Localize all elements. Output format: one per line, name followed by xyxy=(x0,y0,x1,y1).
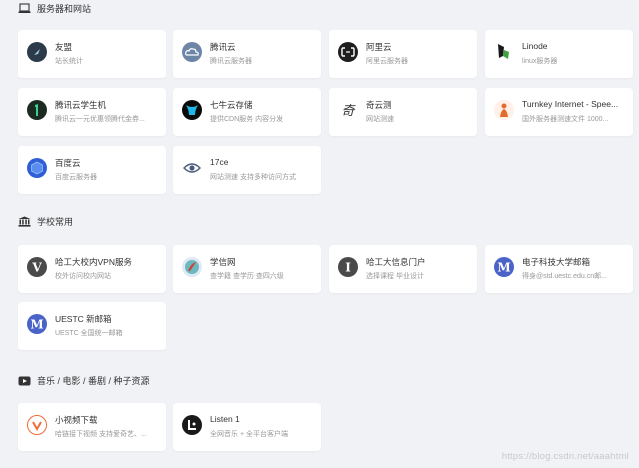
site-card-tencent-cloud[interactable]: 腾讯云 腾讯云服务器 xyxy=(173,30,321,78)
site-card-name: Linode xyxy=(522,41,548,51)
site-card-name: 腾讯云学生机 xyxy=(55,100,107,110)
site-card-name: UESTC 新邮箱 xyxy=(55,314,112,324)
section-title-school: 学校常用 xyxy=(18,215,73,228)
baidu-cloud-logo-icon xyxy=(27,158,47,178)
site-card-desc: linux服务器 xyxy=(522,58,558,65)
site-card-qiyunce[interactable]: 奇 奇云测 网站测速 xyxy=(329,88,477,136)
site-card-name: 七牛云存储 xyxy=(210,100,253,110)
section-title-text: 学校常用 xyxy=(37,217,74,227)
linode-logo-icon xyxy=(494,42,514,62)
site-card-name: 奇云测 xyxy=(366,100,392,110)
site-card-desc: 站长统计 xyxy=(55,58,83,65)
qiniu-logo-icon xyxy=(182,100,202,120)
youtube-play-icon xyxy=(18,375,31,386)
site-card-name: 学信网 xyxy=(210,257,236,267)
section-title-text: 服务器和网站 xyxy=(37,4,92,14)
tencent-cloud-logo-icon xyxy=(182,42,202,62)
site-card-name: 百度云 xyxy=(55,158,81,168)
section-title-media: 音乐 / 电影 / 番剧 / 种子资源 xyxy=(18,374,150,387)
site-card-name: 17ce xyxy=(210,157,229,167)
site-card-desc: UESTC 全国统一邮箱 xyxy=(55,330,123,337)
qiyunce-logo-icon: 奇 xyxy=(338,100,358,120)
site-card-name: 腾讯云 xyxy=(210,42,236,52)
site-card-desc: 百度云服务器 xyxy=(55,174,97,181)
laptop-icon xyxy=(18,3,31,14)
site-card-name: 小视频下载 xyxy=(55,415,98,425)
bank-icon xyxy=(18,216,31,227)
svg-text:V: V xyxy=(31,261,42,273)
tencent-student-logo-icon xyxy=(27,100,47,120)
site-card-name: Listen 1 xyxy=(210,414,240,424)
site-card-desc: 腾讯云服务器 xyxy=(210,58,252,65)
turnkey-logo-icon xyxy=(494,100,514,120)
site-card-desc: 全网音乐 + 全平台客户端 xyxy=(210,431,288,438)
site-card-tencent-student[interactable]: 腾讯云学生机 腾讯云一元优惠领腾代金券... xyxy=(18,88,166,136)
site-card-baidu-cloud[interactable]: 百度云 百度云服务器 xyxy=(18,146,166,194)
uestc-new-mail-logo-icon: M xyxy=(27,314,47,334)
site-card-uestc-mail[interactable]: M 电子科技大学邮箱 得身@std.uestc.edu.cn邮... xyxy=(485,245,633,293)
chsi-logo-icon xyxy=(182,257,202,277)
site-card-17ce[interactable]: 17ce 网站测速 支持多种访问方式 xyxy=(173,146,321,194)
hit-portal-logo-icon: I xyxy=(338,257,358,277)
site-card-desc: 选择课程 毕业设计 xyxy=(366,273,424,280)
site-card-desc: 国外服务器测速文件 1000... xyxy=(522,116,609,123)
watermark-text: https://blog.csdn.net/aaahtml xyxy=(501,451,629,462)
hit-vpn-logo-icon: V xyxy=(27,257,47,277)
site-card-desc: 校外访问校内网站 xyxy=(55,273,111,280)
site-card-desc: 网站测速 支持多种访问方式 xyxy=(210,174,296,181)
site-card-umeng[interactable]: 友盟 站长统计 xyxy=(18,30,166,78)
listen1-logo-icon xyxy=(182,415,202,435)
svg-text:I: I xyxy=(345,261,351,273)
site-card-name: 哈工大信息门户 xyxy=(366,257,426,267)
site-card-desc: 得身@std.uestc.edu.cn邮... xyxy=(522,273,607,280)
site-card-hit-portal[interactable]: I 哈工大信息门户 选择课程 毕业设计 xyxy=(329,245,477,293)
page: 服务器和网站 友盟 站长统计 腾讯云 腾讯云服务器 阿里云 阿里云服务器 Lin… xyxy=(0,0,639,468)
site-card-desc: 提供CDN服务 内容分发 xyxy=(210,116,284,123)
svg-text:M: M xyxy=(497,261,510,273)
site-card-chsi[interactable]: 学信网 查学籍 查学历 查四六级 xyxy=(173,245,321,293)
site-card-aliyun[interactable]: 阿里云 阿里云服务器 xyxy=(329,30,477,78)
site-card-name: 电子科技大学邮箱 xyxy=(522,257,591,267)
site-card-listen1[interactable]: Listen 1 全网音乐 + 全平台客户端 xyxy=(173,403,321,451)
site-card-hit-vpn[interactable]: V 哈工大校内VPN服务 校外访问校内网站 xyxy=(18,245,166,293)
section-title-servers: 服务器和网站 xyxy=(18,2,91,15)
site-card-desc: 腾讯云一元优惠领腾代金券... xyxy=(55,116,145,123)
site-card-video-download[interactable]: 小视频下载 哈链接下视频 支持爱奇艺、... xyxy=(18,403,166,451)
site-card-name: 哈工大校内VPN服务 xyxy=(55,257,132,267)
video-download-logo-icon xyxy=(27,415,47,435)
site-card-desc: 查学籍 查学历 查四六级 xyxy=(210,273,284,280)
site-card-desc: 哈链接下视频 支持爱奇艺、... xyxy=(55,431,147,438)
umeng-logo-icon xyxy=(27,42,47,62)
site-card-name: 友盟 xyxy=(55,42,73,52)
site-card-turnkey[interactable]: Turnkey Internet - Spee... 国外服务器测速文件 100… xyxy=(485,88,633,136)
site-card-uestc-new-mail[interactable]: M UESTC 新邮箱 UESTC 全国统一邮箱 xyxy=(18,302,166,350)
uestc-mail-logo-icon: M xyxy=(494,257,514,277)
site-card-linode[interactable]: Linode linux服务器 xyxy=(485,30,633,78)
site-card-qiniu[interactable]: 七牛云存储 提供CDN服务 内容分发 xyxy=(173,88,321,136)
site-card-desc: 网站测速 xyxy=(366,116,394,123)
section-title-text: 音乐 / 电影 / 番剧 / 种子资源 xyxy=(37,376,150,386)
aliyun-logo-icon xyxy=(338,42,358,62)
site-card-name: Turnkey Internet - Spee... xyxy=(522,99,619,109)
17ce-logo-icon xyxy=(182,158,202,178)
site-card-desc: 阿里云服务器 xyxy=(366,58,408,65)
site-card-name: 阿里云 xyxy=(366,42,392,52)
svg-text:M: M xyxy=(30,318,43,330)
svg-text:奇: 奇 xyxy=(341,104,356,118)
